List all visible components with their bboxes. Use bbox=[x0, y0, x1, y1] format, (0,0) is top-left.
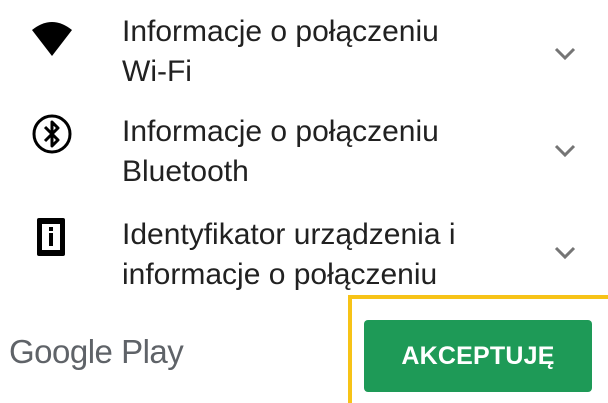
accept-button[interactable]: AKCEPTUJĘ bbox=[364, 320, 592, 392]
permission-label: Informacje o połączeniu Bluetooth bbox=[122, 115, 439, 188]
google-play-logo: Google Play bbox=[9, 333, 184, 370]
permission-row-wifi[interactable]: Informacje o połączeniu Wi-Fi bbox=[0, 0, 608, 100]
device-info-icon bbox=[30, 215, 74, 259]
permission-label: Informacje o połączeniu Wi-Fi bbox=[122, 15, 439, 88]
permission-label: Identyfikator urządzenia i informacje o … bbox=[122, 218, 456, 291]
chevron-down-icon[interactable] bbox=[552, 239, 578, 265]
permissions-dialog: Informacje o połączeniu Wi-Fi Informacje… bbox=[0, 0, 608, 403]
wifi-icon bbox=[30, 18, 74, 62]
permission-row-bluetooth[interactable]: Informacje o połączeniu Bluetooth bbox=[0, 100, 608, 200]
bluetooth-icon bbox=[30, 112, 74, 156]
permission-row-device-id[interactable]: Identyfikator urządzenia i informacje o … bbox=[0, 205, 608, 300]
chevron-down-icon[interactable] bbox=[552, 137, 578, 163]
chevron-down-icon[interactable] bbox=[552, 40, 578, 66]
